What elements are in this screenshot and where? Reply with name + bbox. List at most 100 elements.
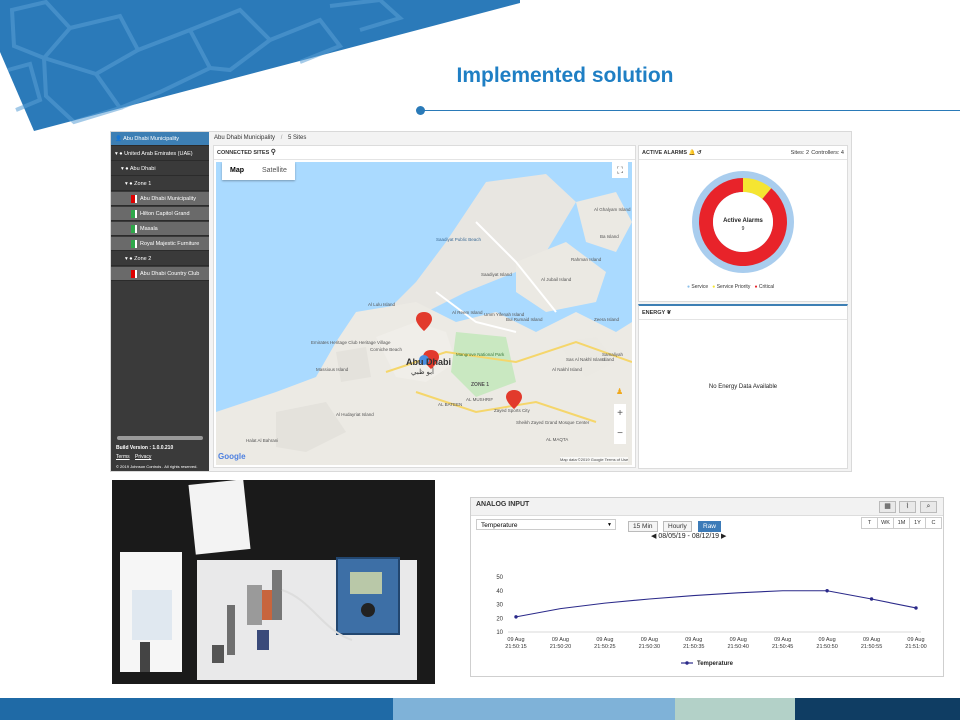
google-logo: Google <box>218 452 246 461</box>
breadcrumb-org[interactable]: Abu Dhabi Municipality <box>214 135 275 141</box>
map-label: Al Hudayriat Island <box>336 412 374 417</box>
legend-label: Service <box>691 284 709 290</box>
range-today-button[interactable]: T <box>861 517 878 529</box>
data-point[interactable] <box>825 589 829 593</box>
tab-15-min[interactable]: 15 Min <box>628 521 658 532</box>
x-tick-label: 09 Aug <box>507 637 524 643</box>
map-label: Al Jubail Island <box>541 277 572 282</box>
map-label: AL MAQTA <box>546 437 569 442</box>
data-point[interactable] <box>914 606 918 610</box>
sidebar-item-label: Abu Dhabi Municipality <box>140 196 196 202</box>
y-tick-label: 30 <box>496 603 503 609</box>
point-select[interactable]: Temperature ▼ <box>476 519 616 530</box>
connected-sites-panel: CONNECTED SITES ⚲ Map Satellite ⛶ + − ♟ … <box>213 145 636 468</box>
map-label: Al Nakhl Island <box>552 367 583 372</box>
tab-raw[interactable]: Raw <box>698 521 722 532</box>
map-label: Zeera Island <box>594 317 620 322</box>
connected-sites-header: CONNECTED SITES ⚲ <box>214 146 635 160</box>
sidebar-item-label: Abu Dhabi Country Club <box>140 271 200 277</box>
range-week-button[interactable]: WK <box>877 517 894 529</box>
y-tick-label: 40 <box>496 589 503 595</box>
table-view-icon[interactable]: ▦ <box>879 501 896 513</box>
temperature-series-line <box>515 590 917 618</box>
legend-dot-service: ● <box>687 284 691 290</box>
bell-icon: 🔔 <box>688 150 696 156</box>
map-tab[interactable]: Map <box>222 162 252 180</box>
sidebar-item-zone-2[interactable]: ▾ ● Zone 2 <box>111 252 209 266</box>
footer-bar-4 <box>795 698 960 720</box>
sidebar-item-label: Abu Dhabi Municipality <box>123 136 180 142</box>
map-attribution: Map data ©2019 Google Terms of Use <box>560 457 629 462</box>
map-label: Al Ghalyam Island <box>594 207 631 212</box>
x-tick-label: 21:50:15 <box>505 644 526 650</box>
title-divider-dot <box>416 106 425 115</box>
sidebar: 👤 Abu Dhabi Municipality ▾ ● United Arab… <box>111 132 209 471</box>
data-point[interactable] <box>869 597 874 601</box>
sidebar-site-item[interactable]: Abu Dhabi Country Club <box>111 267 209 281</box>
map-label: Sheikh Zayed Grand Mosque Center <box>516 420 590 425</box>
sidebar-item-country[interactable]: ▾ ● United Arab Emirates (UAE) <box>111 147 209 161</box>
status-flag-icon <box>131 194 137 203</box>
range-year-button[interactable]: 1Y <box>909 517 926 529</box>
sidebar-site-item[interactable]: Hilton Capitol Grand <box>111 207 209 221</box>
sidebar-item-organization[interactable]: 👤 Abu Dhabi Municipality <box>111 132 209 146</box>
range-month-button[interactable]: 1M <box>893 517 910 529</box>
chevron-down-icon: ▾ ● <box>115 151 123 157</box>
legend-label: Temperature <box>697 661 734 667</box>
sidebar-site-item[interactable]: Masala <box>111 222 209 236</box>
x-tick-label: 09 Aug <box>730 637 747 643</box>
sidebar-item-city[interactable]: ▾ ● Abu Dhabi <box>111 162 209 176</box>
status-flag-icon <box>131 224 137 233</box>
x-tick-label: 21:50:45 <box>772 644 793 650</box>
energy-header: ENERGY ❦ <box>639 306 847 320</box>
breadcrumb-sites: 5 Sites <box>288 135 307 141</box>
sidebar-site-item[interactable]: Royal Majestic Furniture <box>111 237 209 251</box>
x-tick-label: 09 Aug <box>641 637 658 643</box>
sidebar-scrollbar[interactable] <box>117 436 203 440</box>
status-flag-icon <box>131 209 137 218</box>
x-tick-label: 21:50:30 <box>639 644 660 650</box>
map-city-label-arabic: أبو ظبي <box>411 369 434 376</box>
x-tick-label: 09 Aug <box>596 637 613 643</box>
y-tick-label: 10 <box>496 630 503 636</box>
x-tick-label: 21:50:50 <box>816 644 837 650</box>
sidebar-item-zone-1[interactable]: ▾ ● Zone 1 <box>111 177 209 191</box>
sidebar-item-label: Royal Majestic Furniture <box>140 241 200 247</box>
donut-center-value: 9 <box>741 226 745 232</box>
map-label: Rahman Island <box>571 257 602 262</box>
pegman-icon[interactable]: ♟ <box>616 387 623 396</box>
chevron-down-icon: ▾ ● <box>125 256 133 262</box>
history-icon[interactable]: ↺ <box>697 150 702 156</box>
analog-input-widget: ANALOG INPUT ▦ ⌇ ⌕ Temperature ▼ 15 Min … <box>470 497 944 677</box>
next-arrow-icon[interactable]: ▶ <box>721 533 726 540</box>
point-select-value: Temperature <box>481 522 518 529</box>
data-point[interactable] <box>514 615 518 619</box>
terms-link[interactable]: Terms <box>116 454 130 460</box>
zoom-in-button[interactable]: + <box>614 404 626 424</box>
x-tick-label: 09 Aug <box>685 637 702 643</box>
zoom-icon[interactable]: ⌕ <box>920 501 937 513</box>
map-view[interactable]: Map Satellite ⛶ + − ♟ Saadiyat Public Be… <box>216 162 632 465</box>
line-chart-icon[interactable]: ⌇ <box>899 501 916 513</box>
sidebar-site-item[interactable]: Abu Dhabi Municipality <box>111 192 209 206</box>
previous-arrow-icon[interactable]: ◀ <box>651 533 656 540</box>
legend-dot-critical: ● <box>754 284 758 290</box>
satellite-tab[interactable]: Satellite <box>254 162 295 180</box>
tab-hourly[interactable]: Hourly <box>663 521 692 532</box>
chevron-down-icon: ▾ ● <box>121 166 129 172</box>
energy-empty-message: No Energy Data Available <box>708 384 778 390</box>
energy-panel: ENERGY ❦ No Energy Data Available <box>638 304 848 469</box>
sites-count: Sites: 2 <box>790 150 809 156</box>
privacy-link[interactable]: Privacy <box>135 454 151 460</box>
map-label: Emirates Heritage Club Heritage Village <box>311 340 391 345</box>
zoom-out-button[interactable]: − <box>614 424 626 444</box>
fullscreen-icon[interactable]: ⛶ <box>612 162 628 178</box>
map-label: Saadiyat Public Beach <box>436 237 482 242</box>
map-label: Zayed Sports City <box>494 408 530 413</box>
sidebar-item-label: Zone 1 <box>134 181 152 187</box>
map-type-toggle: Map Satellite <box>222 162 295 180</box>
build-version: Build Version : 1.0.0.210 <box>116 445 174 451</box>
range-custom-button[interactable]: C <box>925 517 942 529</box>
footer-bar-3 <box>675 698 795 720</box>
x-tick-label: 21:50:35 <box>683 644 704 650</box>
